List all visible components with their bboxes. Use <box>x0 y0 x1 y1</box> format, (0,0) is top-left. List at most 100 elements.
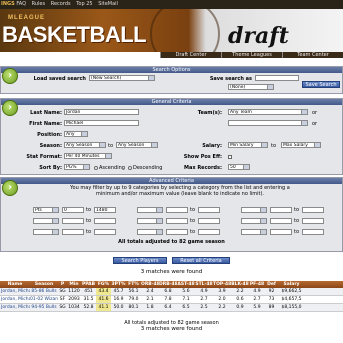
column-header[interactable]: ORB-48 <box>141 281 159 288</box>
filter-stat-select[interactable]: Pts <box>33 207 59 213</box>
tab-team-center[interactable]: Team Center <box>282 52 343 58</box>
filter-stat-select[interactable] <box>137 229 163 235</box>
filter-stat-select[interactable] <box>33 229 59 235</box>
max-records-select[interactable]: 50 <box>228 164 250 170</box>
table-cell: 2.7 <box>253 297 261 302</box>
column-header[interactable]: DRB-48 <box>159 281 177 288</box>
top-nav-item-rules[interactable]: Rules <box>32 1 46 7</box>
filter-max-input[interactable] <box>302 207 324 213</box>
column-header[interactable]: FT% <box>126 281 141 288</box>
column-header[interactable]: FG% <box>96 281 111 288</box>
filter-min-input[interactable] <box>166 207 188 213</box>
teams-select-1[interactable]: Any Team <box>228 109 308 115</box>
arrow-icon: › <box>2 180 18 196</box>
last-name-input[interactable]: Jordan <box>64 109 139 115</box>
filter-max-input[interactable] <box>198 207 220 213</box>
filter-max-input[interactable] <box>94 229 116 235</box>
table-cell: $9,662,5 <box>281 289 302 294</box>
filter-min-input[interactable] <box>62 218 84 224</box>
filter-max-input[interactable] <box>198 229 220 235</box>
column-header[interactable]: Season <box>30 281 58 288</box>
search-options-heading: Search Options <box>1 67 342 73</box>
site-logo[interactable]: BASKETBALL <box>2 22 147 48</box>
filter-min-input[interactable]: 0 <box>62 207 84 213</box>
search-players-button[interactable]: Search Players <box>113 257 167 264</box>
filter-min-input[interactable] <box>166 218 188 224</box>
column-header[interactable]: STL-48 <box>195 281 213 288</box>
season-from-select[interactable]: Any Season <box>64 142 106 148</box>
top-nav-item-faq[interactable]: FAQ <box>16 1 26 7</box>
filter-stat-select[interactable] <box>137 207 163 213</box>
site-banner: MLEAGUE BASKETBALL draft <box>0 9 343 52</box>
filter-max-input[interactable] <box>94 218 116 224</box>
player-season-link[interactable]: 94-95 Bulls <box>30 304 58 311</box>
player-name-link[interactable]: Jordan, Michael <box>0 288 30 295</box>
table-cell: $8,155,0 <box>281 305 302 310</box>
column-header[interactable]: Min <box>67 281 81 288</box>
descending-radio[interactable] <box>128 166 132 170</box>
top-nav: INGS FAQ Rules Records Top 25 SiteMail <box>0 0 343 9</box>
filter-min-input[interactable] <box>270 229 292 235</box>
replace-select[interactable]: (None) <box>228 84 274 90</box>
column-header[interactable]: Salary <box>278 281 305 288</box>
salary-min-select[interactable]: Min Salary <box>228 142 268 148</box>
save-search-input[interactable] <box>255 75 299 81</box>
column-header[interactable]: Name <box>0 281 30 288</box>
filter-stat-select[interactable] <box>33 218 59 224</box>
player-name-link[interactable]: Jordan, Michael <box>0 304 30 311</box>
filter-min-input[interactable] <box>62 229 84 235</box>
table-cell: 45.7 <box>113 289 124 294</box>
top-nav-item-top25[interactable]: Top 25 <box>76 1 92 7</box>
filter-max-input[interactable] <box>302 229 324 235</box>
teams-or-label: or <box>312 110 318 116</box>
column-header[interactable]: PF-48 <box>249 281 265 288</box>
filter-min-input[interactable] <box>270 218 292 224</box>
season-label: Season: <box>39 143 62 149</box>
position-select[interactable]: Any <box>64 131 88 137</box>
column-header[interactable]: BLK-48 <box>231 281 249 288</box>
ascending-label: Ascending <box>99 165 125 171</box>
position-label: Position: <box>37 132 62 138</box>
filter-max-input[interactable] <box>302 218 324 224</box>
column-header[interactable]: PPAB <box>81 281 96 288</box>
ascending-radio[interactable] <box>94 166 98 170</box>
arrow-icon: › <box>2 100 18 116</box>
filter-stat-select[interactable] <box>137 218 163 224</box>
reset-criteria-button[interactable]: Reset all Criteria <box>172 257 230 264</box>
results-body: Jordan, Michael85-86 BullsSG112045143.44… <box>0 288 343 312</box>
filter-min-input[interactable] <box>270 207 292 213</box>
filter-max-input[interactable] <box>198 218 220 224</box>
column-header[interactable]: 3PT% <box>111 281 126 288</box>
season-to-select[interactable]: Any Season <box>116 142 158 148</box>
table-cell: 2.2 <box>236 289 244 294</box>
stat-format-select[interactable]: Per 40 Minutes <box>64 153 112 159</box>
banner-tabs: Draft Center Theme Leagues Team Center <box>160 52 343 58</box>
top-nav-item-sitemail[interactable]: SiteMail <box>98 1 118 7</box>
filter-stat-select[interactable] <box>241 207 267 213</box>
column-header[interactable]: P <box>58 281 67 288</box>
column-header[interactable]: AST-48 <box>177 281 195 288</box>
load-search-select[interactable]: (New Search) <box>89 75 155 81</box>
save-search-button[interactable]: Save Search <box>302 81 340 88</box>
filter-stat-select[interactable] <box>241 218 267 224</box>
player-season-link[interactable]: 85-86 Bulls <box>30 288 58 295</box>
table-cell: SG <box>59 305 66 310</box>
top-nav-item-records[interactable]: Records <box>51 1 71 7</box>
teams-select-2[interactable] <box>228 120 308 126</box>
table-cell: 89 <box>268 305 275 310</box>
sort-by-select[interactable]: PG% <box>64 164 90 170</box>
player-name-link[interactable]: Jordan, Michael <box>0 296 30 303</box>
filter-stat-select[interactable] <box>241 229 267 235</box>
top-nav-item-0[interactable]: INGS <box>1 1 15 7</box>
show-pos-eff-checkbox[interactable] <box>228 155 232 159</box>
filter-min-input[interactable] <box>166 229 188 235</box>
tab-draft-center[interactable]: Draft Center <box>160 52 221 58</box>
first-name-input[interactable]: Michael <box>64 120 139 126</box>
column-header[interactable]: Def <box>265 281 278 288</box>
player-season-link[interactable]: 01-02 Wizards <box>30 296 58 303</box>
tab-theme-leagues[interactable]: Theme Leagues <box>221 52 282 58</box>
table-cell: 16.9 <box>113 297 124 302</box>
salary-max-select[interactable]: Max Salary <box>281 142 321 148</box>
filter-max-input[interactable]: 1480 <box>94 207 116 213</box>
column-header[interactable]: TOP-48 <box>213 281 231 288</box>
